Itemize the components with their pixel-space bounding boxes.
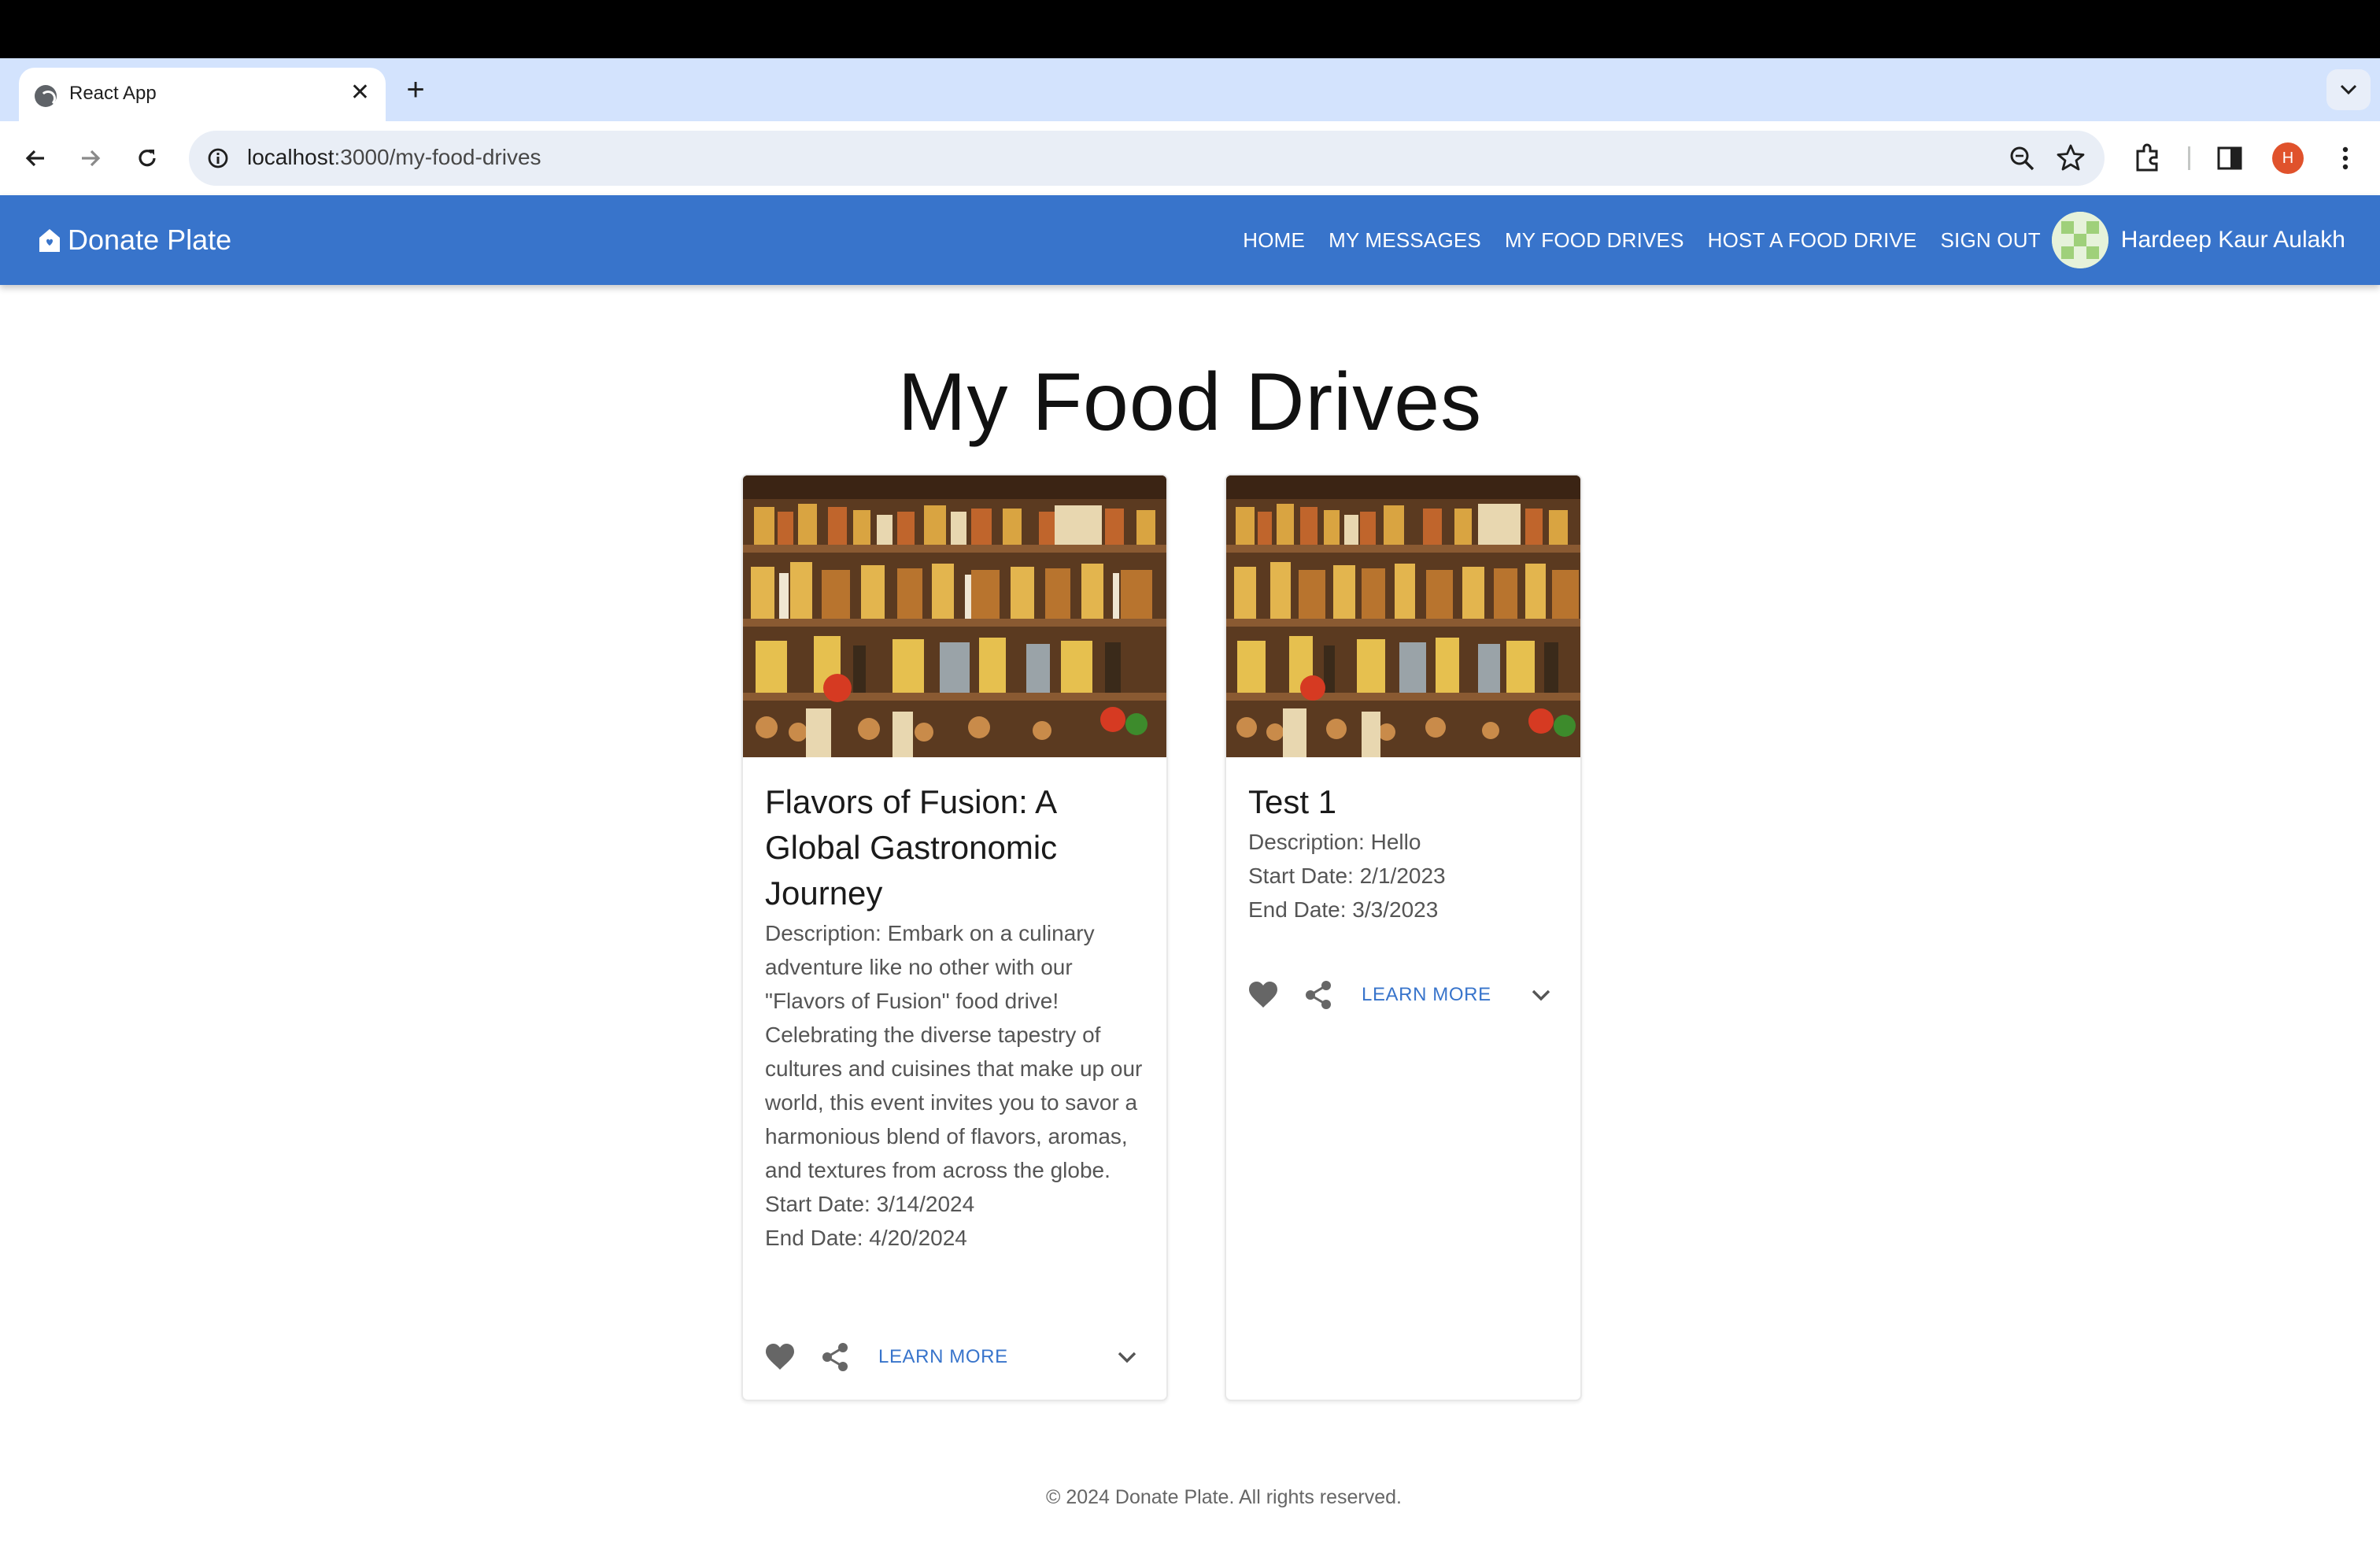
card-description: Description: Embark on a culinary advent… bbox=[765, 921, 1143, 1182]
heart-icon bbox=[766, 1344, 794, 1370]
card-start-date: Start Date: 3/14/2024 bbox=[765, 1192, 975, 1216]
page-title: My Food Drives bbox=[897, 357, 1483, 448]
toolbar-separator bbox=[2188, 146, 2190, 170]
side-panel-icon[interactable] bbox=[2212, 140, 2248, 176]
card-actions: LEARN MORE bbox=[743, 1326, 1166, 1389]
expand-button[interactable] bbox=[1521, 975, 1561, 1015]
card-title: Test 1 bbox=[1248, 783, 1337, 820]
share-icon bbox=[1306, 981, 1331, 1009]
profile-avatar[interactable]: H bbox=[2272, 142, 2304, 174]
user-avatar[interactable] bbox=[2051, 212, 2108, 268]
zoom-icon[interactable] bbox=[2007, 143, 2038, 175]
extensions-icon[interactable] bbox=[2130, 140, 2166, 176]
bookmark-star-icon[interactable] bbox=[2054, 142, 2087, 175]
nav-home[interactable]: HOME bbox=[1243, 228, 1305, 253]
footer-copyright: © 2024 Donate Plate. All rights reserved… bbox=[1045, 1486, 1402, 1508]
card-content: Test 1 Description: Hello Start Date: 2/… bbox=[1226, 757, 1580, 926]
favorite-button[interactable] bbox=[752, 1330, 808, 1385]
main-nav: HOME MY MESSAGES MY FOOD DRIVES HOST A F… bbox=[1243, 195, 2380, 285]
food-drive-card: Flavors of Fusion: A Global Gastronomic … bbox=[741, 474, 1168, 1401]
brand-name: Donate Plate bbox=[68, 224, 232, 256]
browser-toolbar: localhost:3000/my-food-drives H bbox=[0, 121, 2380, 195]
share-icon bbox=[822, 1343, 848, 1371]
forward-button[interactable] bbox=[72, 140, 109, 176]
heart-icon bbox=[1249, 982, 1277, 1008]
nav-host-a-food-drive[interactable]: HOST A FOOD DRIVE bbox=[1708, 228, 1917, 253]
tab-title: React App bbox=[69, 83, 157, 104]
chevron-down-icon bbox=[1532, 989, 1550, 1001]
share-button[interactable] bbox=[1291, 967, 1346, 1023]
app-header: Donate Plate HOME MY MESSAGES MY FOOD DR… bbox=[0, 195, 2380, 285]
home-heart-icon bbox=[39, 229, 60, 252]
card-start-date: Start Date: 2/1/2023 bbox=[1248, 864, 1446, 888]
pantry-shelves-image bbox=[743, 475, 1166, 757]
chevron-down-icon bbox=[2340, 84, 2357, 95]
new-tab-button[interactable]: + bbox=[400, 68, 431, 112]
browser-menu-icon[interactable] bbox=[2330, 140, 2361, 176]
card-end-date: End Date: 3/3/2023 bbox=[1248, 897, 1439, 922]
screen-top-bar bbox=[0, 0, 2380, 58]
reload-button[interactable] bbox=[129, 140, 165, 176]
share-button[interactable] bbox=[808, 1330, 863, 1385]
url-path: :3000/my-food-drives bbox=[334, 145, 541, 169]
user-name: Hardeep Kaur Aulakh bbox=[2120, 227, 2345, 253]
card-actions: LEARN MORE bbox=[1226, 963, 1580, 1026]
back-arrow-icon bbox=[25, 150, 44, 167]
browser-tab[interactable]: React App ✕ bbox=[19, 68, 386, 121]
site-info-icon[interactable] bbox=[203, 143, 233, 173]
pantry-shelves-image bbox=[1226, 475, 1580, 757]
favorite-button[interactable] bbox=[1236, 967, 1291, 1023]
expand-button[interactable] bbox=[1107, 1337, 1148, 1378]
tab-strip: React App ✕ bbox=[0, 58, 2380, 121]
card-title: Flavors of Fusion: A Global Gastronomic … bbox=[765, 783, 1058, 912]
globe-icon bbox=[35, 85, 57, 107]
url-host: localhost bbox=[247, 145, 334, 169]
card-content: Flavors of Fusion: A Global Gastronomic … bbox=[743, 757, 1166, 1255]
brand-link[interactable]: Donate Plate bbox=[38, 224, 231, 257]
address-bar[interactable]: localhost:3000/my-food-drives bbox=[189, 131, 2105, 186]
learn-more-button[interactable]: LEARN MORE bbox=[869, 1346, 1018, 1368]
back-button[interactable] bbox=[17, 140, 54, 176]
nav-sign-out[interactable]: SIGN OUT bbox=[1941, 228, 2041, 253]
chevron-down-icon bbox=[1118, 1352, 1136, 1363]
nav-my-messages[interactable]: MY MESSAGES bbox=[1329, 228, 1481, 253]
card-description: Description: Hello bbox=[1248, 830, 1421, 854]
close-tab-icon[interactable]: ✕ bbox=[350, 79, 370, 107]
tab-search-button[interactable] bbox=[2326, 69, 2371, 110]
forward-arrow-icon bbox=[82, 150, 101, 167]
food-drive-card: Test 1 Description: Hello Start Date: 2/… bbox=[1225, 474, 1582, 1401]
nav-my-food-drives[interactable]: MY FOOD DRIVES bbox=[1505, 228, 1684, 253]
url-text[interactable]: localhost:3000/my-food-drives bbox=[247, 145, 541, 170]
reload-icon bbox=[139, 150, 156, 167]
learn-more-button[interactable]: LEARN MORE bbox=[1352, 984, 1501, 1006]
card-end-date: End Date: 4/20/2024 bbox=[765, 1226, 967, 1250]
